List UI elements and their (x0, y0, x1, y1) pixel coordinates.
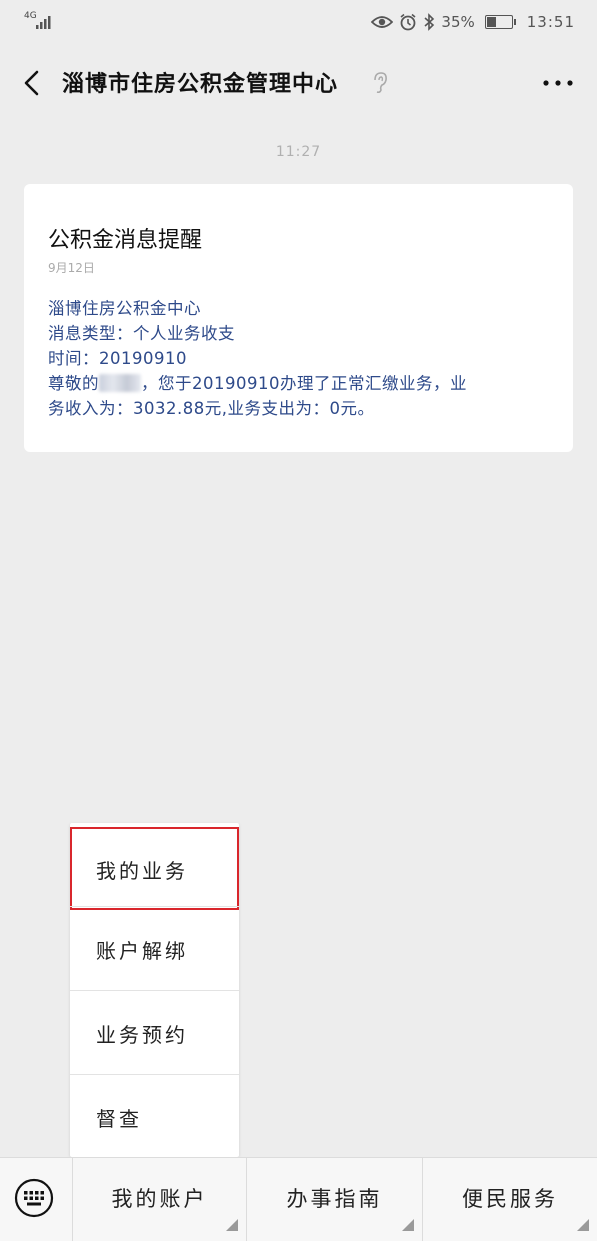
menu-item-label: 督查 (96, 1107, 142, 1131)
menu-item-supervision[interactable]: 督查 (70, 1074, 239, 1158)
menu-label: 办事指南 (286, 1187, 383, 1211)
card-time-line: 时间：20190910 (48, 349, 187, 368)
battery-icon (484, 15, 516, 29)
menu-item-label: 我的业务 (96, 859, 188, 883)
back-arrow-icon[interactable] (18, 68, 48, 98)
card-amount-line: 务收入为：3032.88元,业务支出为：0元。 (48, 399, 375, 418)
menu-convenience-services[interactable]: 便民服务 (423, 1158, 597, 1241)
card-org-line: 淄博住房公积金中心 (48, 299, 201, 318)
submenu-indicator-icon (577, 1219, 589, 1231)
battery-percent: 35% (441, 13, 475, 31)
menu-label: 便民服务 (462, 1187, 558, 1211)
keyboard-toggle-icon[interactable] (14, 1178, 54, 1218)
card-type-line: 消息类型：个人业务收支 (48, 324, 235, 343)
submenu-indicator-icon (226, 1219, 238, 1231)
card-title: 公积金消息提醒 (48, 228, 203, 253)
menu-label: 我的账户 (111, 1187, 208, 1211)
card-greeting-line: 尊敬的 ，您于20190910办理了正常汇缴业务，业 (48, 371, 548, 396)
card-date: 9月12日 (48, 261, 95, 275)
template-message-card[interactable]: 公积金消息提醒 9月12日 淄博住房公积金中心 消息类型：个人业务收支 时间：2… (24, 184, 573, 452)
chat-header: 淄博市住房公积金管理中心 (0, 46, 597, 120)
more-options-icon[interactable] (543, 80, 573, 86)
menu-service-guide[interactable]: 办事指南 (247, 1158, 422, 1241)
card-body: 淄博住房公积金中心 消息类型：个人业务收支 时间：20190910 尊敬的 ，您于… (48, 296, 548, 421)
greeting-prefix: 尊敬的 (48, 374, 99, 393)
menu-item-account-unbind[interactable]: 账户解绑 (70, 906, 239, 990)
redacted-name (99, 374, 141, 392)
menu-item-label: 业务预约 (96, 1023, 188, 1047)
alarm-icon (400, 13, 416, 31)
signal-icon (36, 16, 51, 29)
clock: 13:51 (526, 13, 575, 31)
network-indicator: 4G (24, 11, 37, 21)
menu-item-appointment[interactable]: 业务预约 (70, 990, 239, 1074)
submenu-popup: 我的业务 账户解绑 业务预约 督查 (70, 823, 239, 1157)
status-bar: 4G 35% 13:51 (0, 0, 597, 46)
earpiece-mode-icon (374, 72, 387, 94)
menu-my-account[interactable]: 我的账户 (73, 1158, 246, 1241)
submenu-indicator-icon (402, 1219, 414, 1231)
eye-icon (371, 16, 394, 28)
message-timestamp: 11:27 (275, 144, 322, 160)
menu-item-my-business[interactable]: 我的业务 (70, 827, 239, 910)
greeting-rest: ，您于20190910办理了正常汇缴业务，业 (141, 374, 467, 393)
chat-title: 淄博市住房公积金管理中心 (62, 72, 339, 97)
bottom-menu-bar: 我的账户 办事指南 便民服务 (0, 1157, 597, 1241)
bluetooth-icon (424, 13, 435, 31)
menu-item-label: 账户解绑 (96, 939, 188, 963)
